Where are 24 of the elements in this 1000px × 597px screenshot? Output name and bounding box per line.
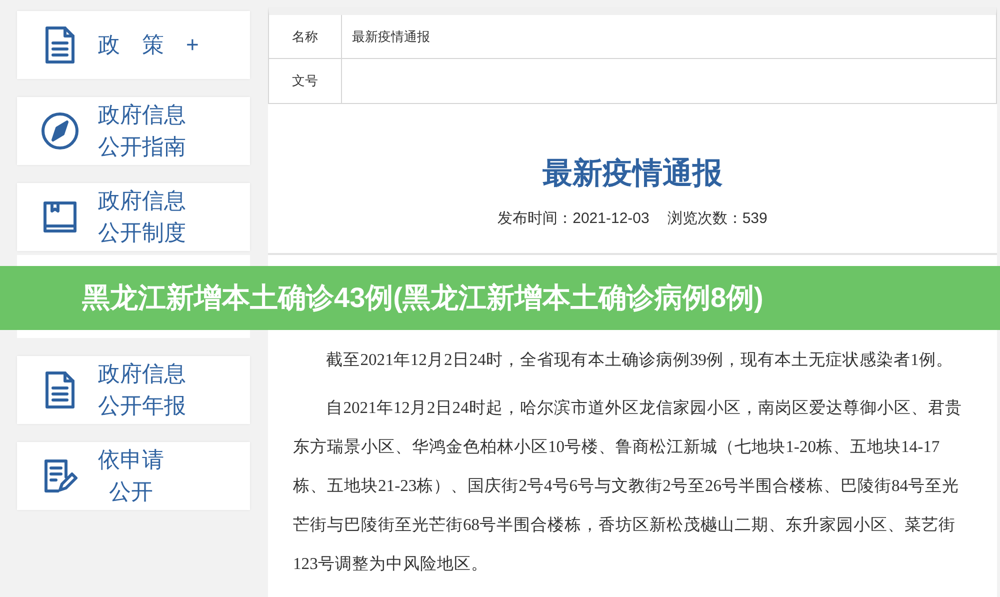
article-meta: 发布时间：2021-12-03 xyxy=(498,209,650,229)
article-paragraph: 自2021年12月2日24时起，哈尔滨市道外区龙信家园小区，南岗区爱达尊御小区、君贵东方瑞景小区、华鸿金色柏林小区10号楼、鲁商松江新城（七地块1-20栋、五地块14-17栋、五地块21-23栋）、国庆街2号4号6号与文教街2号至26号半围合楼栋、巴陵街84号至光芒街与巴陵街至光芒街68号半围合楼栋，香坊区新松茂樾山二期、东升家园小区、菜艺街123号调整为中风险地区。 xyxy=(293,397,963,575)
sidebar-item[interactable]: 政府信息 公开年报 xyxy=(17,356,250,424)
table-label: 文号 xyxy=(269,59,342,103)
compass-icon xyxy=(40,111,80,151)
article-title: 最新疫情通报 xyxy=(542,156,722,192)
sidebar-item-label: 政府信息 xyxy=(98,101,186,129)
sidebar-item[interactable]: 政府信息 公开制度 xyxy=(17,183,250,251)
table-label: 名称 xyxy=(269,15,342,58)
title-banner: 黑龙江新增本土确诊43例(黑龙江新增本土确诊病例8例) xyxy=(0,266,1000,330)
sidebar-item-label: 公开年报 xyxy=(98,392,186,420)
sidebar-item[interactable]: 政府信息 公开指南 xyxy=(17,97,250,165)
sidebar-item-label: 政府信息 xyxy=(98,360,186,388)
sidebar-item-label: 政 策 + xyxy=(98,31,199,59)
article-paragraph: 截至2021年12月2日24时，全省现有本土确诊病例39例，现有本土无症状感染者1例。 xyxy=(325,349,954,371)
sidebar-item-label: 公开指南 xyxy=(98,133,186,161)
sidebar-item-label: 公开制度 xyxy=(98,219,186,247)
sidebar-item-label: 公开 xyxy=(109,478,153,506)
sidebar-item-label: 依申请 xyxy=(98,446,164,474)
sidebar-item-label: 政府信息 xyxy=(98,187,186,215)
sidebar-item[interactable]: 依申请 公开 xyxy=(17,442,250,510)
sidebar-item[interactable]: 政 策 + xyxy=(17,11,250,79)
article-meta: 浏览次数：539 xyxy=(667,209,768,229)
table-value: 最新疫情通报 xyxy=(351,28,430,46)
